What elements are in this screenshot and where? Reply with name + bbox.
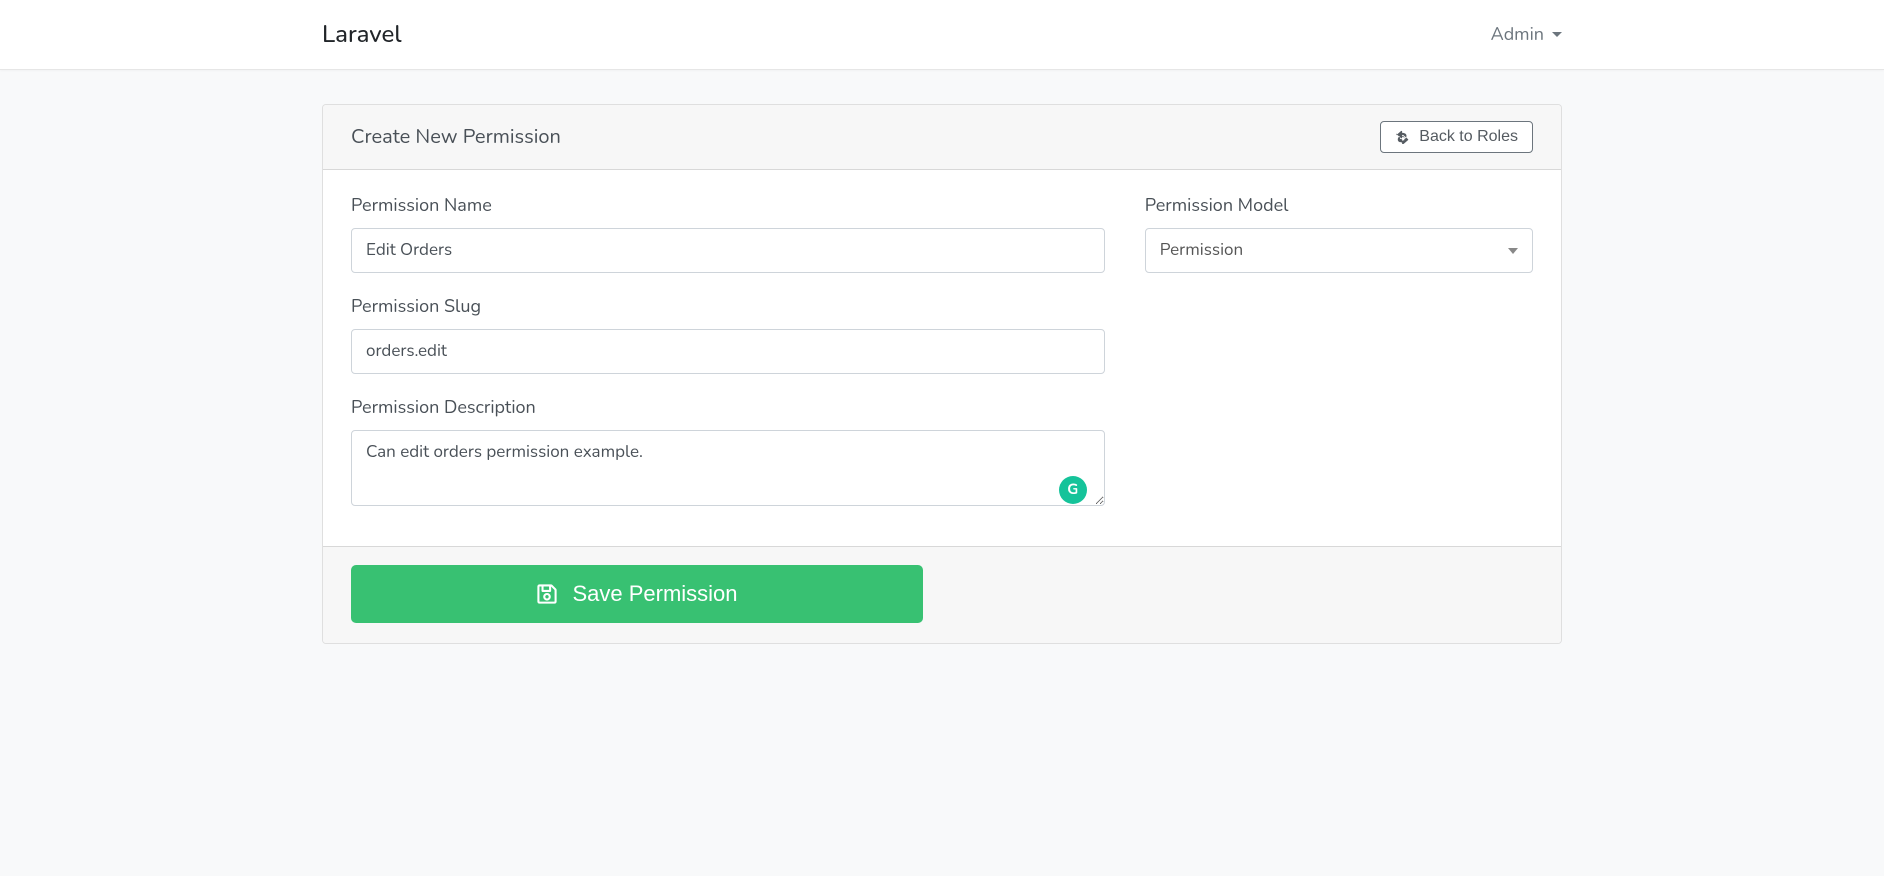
reply-all-icon — [1395, 130, 1411, 144]
user-menu-label: Admin — [1491, 23, 1544, 47]
chevron-down-icon — [1508, 248, 1518, 254]
permission-description-label: Permission Description — [351, 396, 1105, 420]
permission-name-group: Permission Name — [351, 194, 1105, 273]
permission-model-label: Permission Model — [1145, 194, 1533, 218]
back-button-label: Back to Roles — [1419, 128, 1518, 146]
card-header: Create New Permission Back to Roles — [323, 105, 1561, 170]
permission-model-select[interactable]: Permission — [1145, 228, 1533, 273]
textarea-wrap: G — [351, 430, 1105, 512]
save-button-label: Save Permission — [572, 581, 737, 607]
permission-model-selected: Permission — [1160, 239, 1243, 262]
card-title: Create New Permission — [351, 124, 561, 151]
permission-slug-input[interactable] — [351, 329, 1105, 374]
permission-description-textarea[interactable] — [351, 430, 1105, 506]
form-left-column: Permission Name Permission Slug Permissi… — [351, 194, 1105, 512]
permission-model-select-wrap: Permission — [1145, 228, 1533, 273]
permission-name-label: Permission Name — [351, 194, 1105, 218]
user-menu-dropdown[interactable]: Admin — [1491, 23, 1562, 47]
permission-name-input[interactable] — [351, 228, 1105, 273]
card-footer: Save Permission — [323, 546, 1561, 643]
form-right-column: Permission Model Permission — [1145, 194, 1533, 512]
navbar-inner: Laravel Admin — [322, 19, 1562, 51]
permission-card: Create New Permission Back to Roles Perm… — [322, 104, 1562, 644]
navbar: Laravel Admin — [0, 0, 1884, 70]
permission-slug-group: Permission Slug — [351, 295, 1105, 374]
page-container: Create New Permission Back to Roles Perm… — [322, 104, 1562, 684]
permission-slug-label: Permission Slug — [351, 295, 1105, 319]
save-permission-button[interactable]: Save Permission — [351, 565, 923, 623]
card-body: Permission Name Permission Slug Permissi… — [323, 170, 1561, 546]
permission-model-group: Permission Model Permission — [1145, 194, 1533, 273]
back-to-roles-button[interactable]: Back to Roles — [1380, 121, 1533, 153]
save-icon — [536, 583, 558, 605]
grammarly-icon: G — [1059, 476, 1087, 504]
caret-down-icon — [1552, 32, 1562, 37]
brand-logo[interactable]: Laravel — [322, 19, 402, 51]
permission-description-group: Permission Description G — [351, 396, 1105, 512]
